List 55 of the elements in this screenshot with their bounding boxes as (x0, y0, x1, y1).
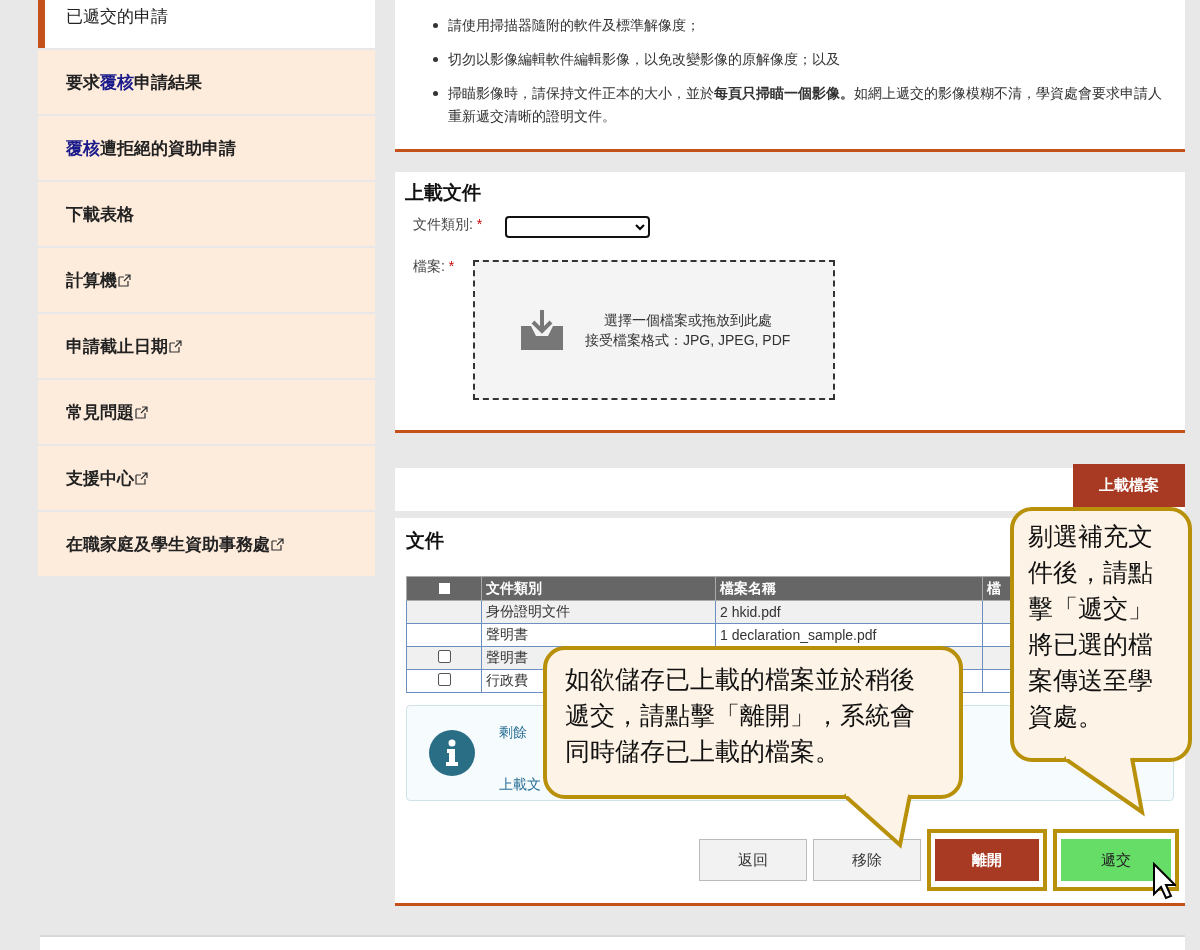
column-header: 檔案名稱 (715, 576, 983, 601)
info-text: 剩餘 (499, 724, 528, 742)
sidebar-item[interactable]: 要求覆核申請結果 (38, 50, 375, 114)
field-label: 文件類別: * (413, 216, 484, 234)
tray-download-icon (519, 308, 565, 352)
table-cell: 2 hkid.pdf (720, 604, 781, 620)
callout-bubble: 如欲儲存已上載的檔案並於稍後遞交，請點擊「離開」，系統會同時儲存已上載的檔案。 (543, 646, 963, 799)
sidebar-item[interactable]: 計算機 (38, 248, 375, 312)
sidebar-label: 申請截止日期 (66, 335, 168, 358)
select-all-checkbox[interactable] (438, 582, 450, 594)
callout-bubble: 剔選補充文件後，請點擊「遞交」將已選的檔案傳送至學資處。 (1010, 507, 1192, 762)
sidebar-label: 已遞交的申請 (66, 5, 168, 28)
bullet-icon (433, 57, 438, 62)
info-text: 上載文 (499, 776, 541, 794)
sidebar-label: 下載表格 (66, 203, 134, 226)
section-heading: 文件 (406, 529, 444, 553)
sidebar-item[interactable]: 常見問題 (38, 380, 375, 444)
upload-file-button[interactable]: 上載檔案 (1073, 464, 1185, 507)
instruction-text: 掃瞄影像時，請保持文件正本的大小，並於每頁只掃瞄一個影像。如網上遞交的影像模糊不清，學資處會要求申請人重新遞交清晰的證明文件。 (448, 84, 1163, 126)
field-label: 檔案: * (413, 258, 456, 276)
table-cell: 聲明書 (486, 626, 528, 642)
sidebar-label: 常見問題 (66, 401, 134, 424)
row-checkbox[interactable] (437, 673, 451, 686)
table-cell: 聲明書 (486, 649, 528, 665)
mouse-pointer-icon (1152, 862, 1176, 900)
info-icon (429, 730, 475, 776)
action-button[interactable]: 遞交 (1061, 839, 1171, 881)
table-cell: 行政費 (486, 672, 528, 688)
action-button[interactable]: 移除 (813, 839, 921, 881)
dropzone-text: 接受檔案格式：JPG, JPEG, PDF (585, 331, 791, 350)
category-dropdown[interactable] (505, 216, 650, 238)
table-cell: 身份證明文件 (486, 603, 570, 619)
sidebar-label: 覆核遭拒絕的資助申請 (66, 137, 236, 160)
bullet-icon (433, 23, 438, 28)
column-header: 文件類別 (481, 576, 716, 601)
sidebar-label: 支援中心 (66, 467, 134, 490)
sidebar-item[interactable]: 下載表格 (38, 182, 375, 246)
file-dropzone[interactable]: 選擇一個檔案或拖放到此處 接受檔案格式：JPG, JPEG, PDF (473, 260, 835, 400)
sidebar-label: 要求覆核申請結果 (66, 71, 202, 94)
sidebar-label: 計算機 (66, 269, 117, 292)
sidebar-item[interactable]: 覆核遭拒絕的資助申請 (38, 116, 375, 180)
action-button[interactable]: 離開 (935, 839, 1039, 881)
dropzone-text: 選擇一個檔案或拖放到此處 (603, 311, 772, 330)
bullet-icon (433, 91, 438, 96)
sidebar-item[interactable]: 已遞交的申請 (38, 0, 375, 48)
row-checkbox[interactable] (437, 650, 451, 663)
sidebar-item[interactable]: 支援中心 (38, 446, 375, 510)
sidebar-item[interactable]: 在職家庭及學生資助事務處 (38, 512, 375, 576)
table-cell: 1 declaration_sample.pdf (720, 627, 877, 643)
action-button[interactable]: 返回 (699, 839, 807, 881)
instruction-text: 請使用掃描器隨附的軟件及標準解像度； (448, 16, 700, 35)
sidebar-item[interactable]: 申請截止日期 (38, 314, 375, 378)
section-heading: 上載文件 (405, 181, 482, 205)
sidebar-label: 在職家庭及學生資助事務處 (66, 533, 270, 556)
instruction-text: 切勿以影像編輯軟件編輯影像，以免改變影像的原解像度；以及 (448, 50, 840, 69)
